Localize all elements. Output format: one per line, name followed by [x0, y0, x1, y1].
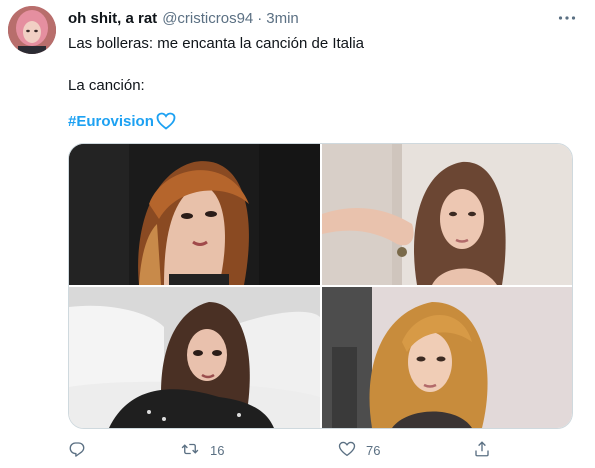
- reply-icon: [68, 440, 86, 461]
- avatar-image: [8, 6, 56, 54]
- tweet-text-line-2: La canción:: [68, 77, 145, 94]
- retweet-count: 16: [210, 442, 225, 458]
- hashtag-link[interactable]: #Eurovision: [68, 113, 154, 130]
- action-bar: 16 76: [68, 437, 573, 463]
- author-name[interactable]: oh shit, a rat: [68, 10, 157, 27]
- retweet-icon: [180, 440, 200, 461]
- photo-3[interactable]: [69, 287, 320, 428]
- tweet-header: oh shit, a rat @cristicros94 · 3min: [68, 8, 575, 28]
- heart-icon: [338, 440, 356, 461]
- tweet-card[interactable]: oh shit, a rat @cristicros94 · 3min Las …: [0, 0, 595, 468]
- tweet-text-line-1: Las bolleras: me encanta la canción de I…: [68, 35, 365, 52]
- reply-button[interactable]: [68, 437, 96, 463]
- more-options-icon[interactable]: [555, 8, 579, 28]
- share-button[interactable]: [473, 437, 491, 463]
- blue-heart-icon: [156, 112, 176, 130]
- author-handle[interactable]: @cristicros94: [162, 10, 253, 27]
- hashtag-row: #Eurovision: [68, 110, 176, 132]
- photo-2[interactable]: [322, 144, 572, 285]
- photo-1[interactable]: [69, 144, 320, 285]
- separator-dot: ·: [257, 9, 263, 27]
- like-button[interactable]: 76: [338, 437, 380, 463]
- timestamp[interactable]: 3min: [266, 10, 299, 27]
- retweet-button[interactable]: 16: [180, 437, 224, 463]
- media-grid: [68, 143, 573, 429]
- like-count: 76: [366, 442, 381, 458]
- avatar[interactable]: [8, 6, 56, 54]
- share-icon: [473, 440, 491, 461]
- photo-4[interactable]: [322, 287, 572, 428]
